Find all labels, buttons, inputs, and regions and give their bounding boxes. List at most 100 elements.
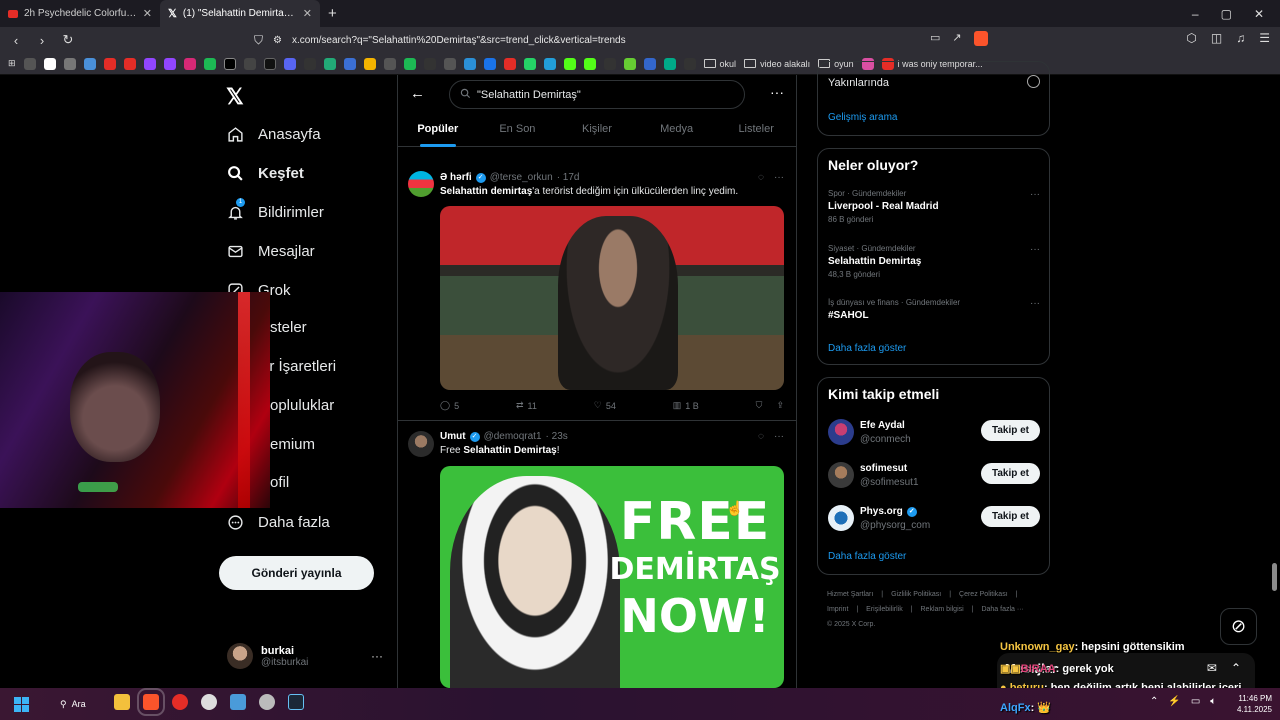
new-message-icon[interactable]: ✉ [1207,661,1217,675]
follow-button[interactable]: Takip et [981,420,1040,441]
network-icon[interactable]: ▭ [1191,696,1200,707]
spotify-icon[interactable] [403,57,416,70]
location-radio[interactable] [1027,75,1040,88]
brave-shield-icon[interactable] [973,31,988,46]
avatar[interactable] [828,462,854,488]
close-window-button[interactable]: ✕ [1254,7,1264,21]
follow-suggestion[interactable]: sofimesut @sofimesut1 Takip et [828,461,1040,491]
avatar[interactable] [408,171,434,197]
tab-latest[interactable]: En Son [478,119,558,146]
tweet[interactable]: Umut ✓ @demoqrat1 · 23s ◌ ··· Free Selah… [398,422,796,688]
trends-show-more-link[interactable]: Daha fazla göster [828,343,906,354]
x-logo[interactable]: 𝕏 [226,84,244,110]
follow-suggestion[interactable]: Phys.org ✓ @physorg_com Takip et [828,504,1040,534]
bookmark-favicon[interactable] [603,57,616,70]
tray-app-icon[interactable]: ⚡ [1168,696,1180,707]
bookmark-favicon[interactable] [503,57,516,70]
reload-icon[interactable]: ↻ [58,32,78,48]
trend-item[interactable]: İş dünyası ve finans · Gündemdekiler #SA… [828,298,1040,321]
sidebar-item-notifications[interactable]: 1 Bildirimler [226,198,324,221]
grok-explain-icon[interactable]: ◌ [758,172,764,183]
obs-icon[interactable] [201,694,217,710]
account-switcher[interactable]: burkai @itsburkai ··· [227,643,383,669]
footer-link[interactable]: Çerez Politikası [959,591,1008,598]
site-info-icon[interactable]: ⚙ [273,35,282,46]
bookmark-favicon[interactable] [663,57,676,70]
forward-icon[interactable]: › [32,33,52,48]
discord-icon[interactable] [283,57,296,70]
reply-button[interactable]: ◯ 5 [440,400,459,411]
share-icon[interactable]: ⇪ [776,400,784,411]
who-show-more-link[interactable]: Daha fazla göster [828,551,906,562]
search-input[interactable]: "Selahattin Demirtaş" [449,80,745,109]
tweet-author-name[interactable]: Umut [440,431,466,442]
new-tab-button[interactable]: + [320,5,345,22]
footer-link[interactable]: Reklam bilgisi [921,606,964,613]
youtube-icon[interactable] [103,57,116,70]
volume-icon[interactable]: 🔈︎ [1210,696,1216,707]
avatar[interactable] [828,505,854,531]
footer-link[interactable]: Daha fazla ··· [981,606,1023,613]
kick-icon[interactable] [563,57,576,70]
bookmark-favicon[interactable] [643,57,656,70]
footer-link[interactable]: Gizlilik Politikası [891,591,941,598]
tweet-author-name[interactable]: Ə hərfi [440,172,472,183]
google-drive-icon[interactable] [363,57,376,70]
bookmark-favicon[interactable] [303,57,316,70]
footer-link[interactable]: Imprint [827,606,848,613]
back-arrow-icon[interactable]: ← [410,85,425,102]
like-button[interactable]: ♡ 54 [594,400,616,411]
sidebar-icon[interactable]: ◫ [1211,31,1222,45]
grok-explain-icon[interactable]: ◌ [758,431,764,442]
avatar[interactable] [408,431,434,457]
tab-x-search[interactable]: 𝕏 (1) "Selahattin Demirtaş" - Ara ✕ [160,0,320,27]
github-icon[interactable] [443,57,456,70]
bookmark-favicon[interactable] [83,57,96,70]
back-icon[interactable]: ‹ [6,33,26,48]
tweet-more-icon[interactable]: ··· [774,431,784,442]
footer-link[interactable]: Erişilebilirlik [866,606,903,613]
sidebar-item-home[interactable]: Anasayfa [226,125,321,143]
bookmark-favicon[interactable] [323,57,336,70]
taskbar-search[interactable]: ⚲ Ara [53,694,105,714]
windows-start-icon[interactable] [14,697,29,712]
app-icon[interactable] [259,694,275,710]
trend-item[interactable]: Siyaset · Gündemdekiler Selahattin Demir… [828,244,1040,279]
post-button[interactable]: Gönderi yayınla [219,556,374,590]
trend-item[interactable]: Spor · Gündemdekiler Liverpool - Real Ma… [828,189,1040,224]
music-icon[interactable]: ♫ [1236,31,1245,45]
sidebar-item-messages[interactable]: Mesajlar [226,242,315,260]
avatar[interactable] [828,419,854,445]
trend-more-icon[interactable]: ··· [1030,298,1040,309]
brave-icon[interactable] [137,688,165,716]
kick-icon[interactable] [583,57,596,70]
sidebar-item-profile[interactable]: ofil [270,474,289,491]
trend-more-icon[interactable]: ··· [1030,189,1040,200]
bookmark-favicon[interactable] [243,57,256,70]
bookmark-folder-video[interactable]: video alakalı [744,59,810,69]
grok-button[interactable]: ⊘ [1220,608,1257,645]
tweet[interactable]: Ə hərfi ✓ @terse_orkun · 17d ◌ ··· Selah… [398,161,796,421]
minimize-button[interactable]: – [1192,7,1199,21]
bookmark-favicon[interactable] [383,57,396,70]
twitch-icon[interactable] [163,57,176,70]
footer-link[interactable]: Hizmet Şartları [827,591,873,598]
views-button[interactable]: ▥ 1 B [673,400,699,411]
bookmark-favicon[interactable] [343,57,356,70]
expand-icon[interactable]: ⌃ [1231,661,1241,675]
telegram-icon[interactable] [543,57,556,70]
tweet-time[interactable]: · 23s [546,431,568,442]
twitch-icon[interactable] [143,57,156,70]
bookmark-favicon[interactable] [423,57,436,70]
tweet-author-handle[interactable]: @demoqrat1 [484,431,542,442]
address-bar[interactable]: ⛉ ⚙ x.com/search?q="Selahattin%20Demirta… [254,30,1004,50]
youtube-icon[interactable] [123,57,136,70]
bookmark-favicon[interactable] [483,57,496,70]
photos-icon[interactable] [230,694,246,710]
bookmark-button[interactable]: ⛉ ⇪ [756,400,784,411]
tiktok-icon[interactable] [263,57,276,70]
bookmark-favicon[interactable] [683,57,696,70]
tray-expand-icon[interactable]: ⌃ [1150,696,1158,707]
bookmark-favicon[interactable] [63,57,76,70]
menu-icon[interactable]: ☰ [1259,31,1270,45]
